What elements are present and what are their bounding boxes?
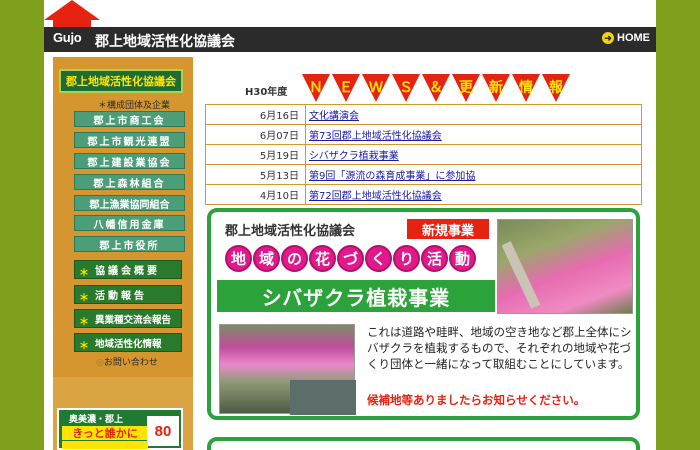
news-table: 6月16日 文化講演会 6月07日 第73回郡上地域活性化協議会 5月19日 シ…	[205, 104, 642, 205]
news-link[interactable]: シバザクラ植栽事業	[309, 151, 399, 162]
news-date: 6月07日	[205, 124, 306, 145]
sidebar-menu-label: 協議会概要	[95, 266, 160, 277]
members-note: ＊構成団体及企業	[98, 101, 171, 111]
sidebar-item-member[interactable]: 郡上建設業協会	[74, 153, 185, 169]
home-link[interactable]: ➜ HOME	[602, 32, 650, 44]
news-cell: 第73回郡上地域活性化協議会	[305, 124, 642, 145]
flower-char: づ	[337, 245, 364, 272]
news-link[interactable]: 第73回郡上地域活性化協議会	[309, 131, 442, 142]
sidebar-menu-item[interactable]: ＊ 異業種交流会報告	[74, 309, 182, 328]
contact-link[interactable]: ◎お問い合わせ	[96, 355, 158, 368]
news-cell: 文化講演会	[305, 104, 642, 125]
flower-char: 域	[253, 245, 280, 272]
news-year-label: H30年度	[245, 87, 288, 98]
promo-banner[interactable]: 郡上地域活性化協議会 新規事業 地 域 の 花 づ く り 活 動 シバザクラ植…	[207, 208, 640, 420]
news-heading-flag: Ｗ	[362, 74, 390, 102]
contact-label: お問い合わせ	[103, 358, 158, 368]
sidebar-menu-label: 異業種交流会報告	[95, 314, 172, 326]
news-heading-flag: Ｎ	[302, 74, 330, 102]
news-heading-flag: Ｓ	[392, 74, 420, 102]
news-heading-flag: 更	[452, 74, 480, 102]
promo-main-title: シバザクラ植栽事業	[217, 280, 495, 312]
asterisk-icon: ＊	[79, 317, 89, 328]
promo-council: 郡上地域活性化協議会	[225, 224, 356, 239]
sidebar-item-member[interactable]: 郡上市役所	[74, 236, 185, 252]
site-title: 郡上地域活性化協議会	[95, 34, 235, 50]
promo-call-to-action: 候補地等ありましたらお知らせください。	[367, 393, 586, 407]
flower-char: く	[365, 245, 392, 272]
org-badge-button[interactable]: 郡上地域活性化協議会	[59, 69, 183, 93]
sidebar-menu-item[interactable]: ＊ 活動報告	[74, 285, 182, 304]
home-label: HOME	[617, 32, 650, 44]
sidebar-menu-item[interactable]: ＊ 協議会概要	[74, 260, 182, 279]
side-banner[interactable]: 奥美濃・郡上 きっと誰かに 80	[57, 408, 183, 450]
news-cell: 第9回「源流の森育成事業」に参加協	[305, 164, 642, 185]
promo-description: これは道路や畦畔、地域の空き地など郡上全体にシバザクラを植栽するもので、それぞれ…	[367, 325, 632, 371]
news-cell: 第72回郡上地域活性化協議会	[305, 184, 642, 205]
news-link[interactable]: 第9回「源流の森育成事業」に参加協	[309, 171, 475, 182]
asterisk-icon: ＊	[79, 341, 89, 352]
table-row: 5月19日 シバザクラ植栽事業	[205, 144, 642, 165]
flower-char: 花	[309, 245, 336, 272]
site-logo[interactable]: Gujo	[53, 30, 82, 45]
sidebar-item-member[interactable]: 郡上市観光連盟	[74, 132, 185, 148]
side-banner-badge: 80	[147, 416, 179, 446]
table-row: 4月10日 第72回郡上地域活性化協議会	[205, 184, 642, 205]
sidebar-menu-label: 活動報告	[95, 291, 147, 302]
news-date: 4月10日	[205, 184, 306, 205]
promo-new-badge: 新規事業	[407, 219, 489, 239]
shibazakura-riverside-photo	[219, 324, 356, 415]
asterisk-icon: ＊	[79, 268, 89, 279]
table-row: 6月07日 第73回郡上地域活性化協議会	[205, 124, 642, 145]
arrow-right-circle-icon: ➜	[602, 32, 614, 44]
side-banner-line1: 奥美濃・郡上	[69, 415, 124, 425]
table-row: 6月16日 文化講演会	[205, 104, 642, 125]
side-banner-line2: きっと誰かに	[62, 426, 148, 440]
news-date: 5月13日	[205, 164, 306, 185]
news-heading-flag: 新	[482, 74, 510, 102]
news-heading-flag: 情	[512, 74, 540, 102]
news-cell: シバザクラ植栽事業	[305, 144, 642, 165]
flower-char: 地	[225, 245, 252, 272]
flower-char: 動	[449, 245, 476, 272]
shibazakura-photo	[497, 219, 633, 314]
sidebar-item-member[interactable]: 八幡信用金庫	[74, 215, 185, 231]
sidebar-item-member[interactable]: 郡上漁業協同組合	[74, 195, 185, 211]
side-banner-line3	[62, 441, 148, 449]
news-date: 5月19日	[205, 144, 306, 165]
news-link[interactable]: 第72回郡上地域活性化協議会	[309, 191, 442, 202]
news-heading: Ｎ Ｅ Ｗ Ｓ ＆ 更 新 情 報	[302, 74, 570, 102]
sidebar-menu-label: 地域活性化情報	[95, 338, 162, 350]
promo-flower-title: 地 域 の 花 づ く り 活 動	[225, 245, 476, 272]
flower-char: の	[281, 245, 308, 272]
bottom-banner[interactable]	[207, 437, 640, 450]
circle-icon: ◎	[96, 358, 104, 368]
sidebar-item-member[interactable]: 郡上森林組合	[74, 174, 185, 190]
flower-char: 活	[421, 245, 448, 272]
flower-char: り	[393, 245, 420, 272]
table-row: 5月13日 第9回「源流の森育成事業」に参加協	[205, 164, 642, 185]
news-heading-flag: ＆	[422, 74, 450, 102]
sidebar-menu-item[interactable]: ＊ 地域活性化情報	[74, 333, 182, 352]
news-heading-flag: 報	[542, 74, 570, 102]
sidebar-item-member[interactable]: 郡上市商工会	[74, 111, 185, 127]
news-heading-flag: Ｅ	[332, 74, 360, 102]
news-date: 6月16日	[205, 104, 306, 125]
asterisk-icon: ＊	[79, 293, 89, 304]
news-link[interactable]: 文化講演会	[309, 111, 359, 122]
